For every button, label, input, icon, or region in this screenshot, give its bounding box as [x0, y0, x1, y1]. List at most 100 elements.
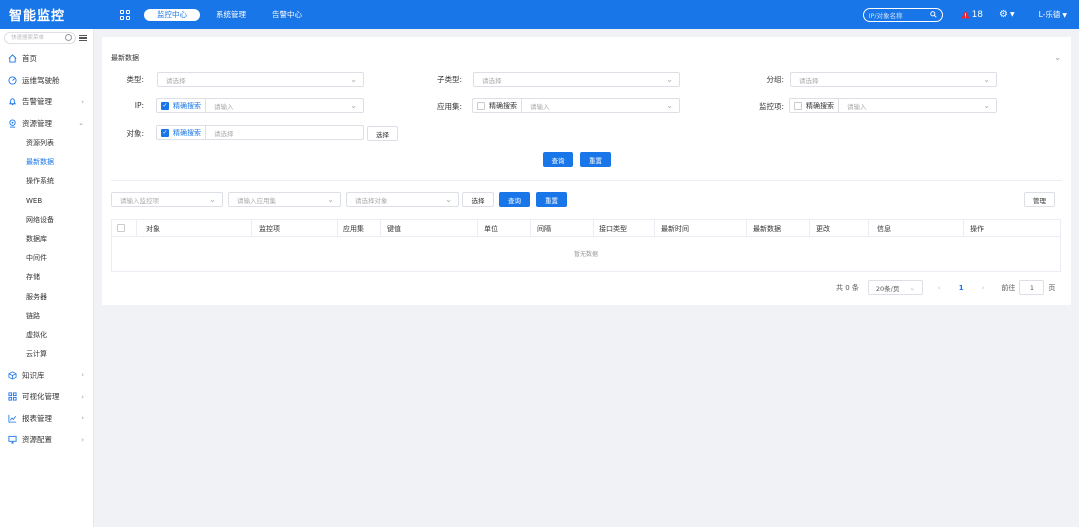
monitor-item-label: 监控项:	[758, 102, 784, 111]
sidebar-item-resources[interactable]: 资源管理 ⌄	[0, 113, 93, 135]
toolbar-app-select[interactable]: 请输入应用集 ⌄	[228, 192, 341, 207]
nav-alert-center[interactable]: 告警中心	[262, 9, 312, 21]
col-info: 信息	[877, 225, 891, 233]
alert-indicator[interactable]: 18	[960, 10, 983, 20]
chevron-down-icon: ⌄	[909, 283, 915, 292]
goto-page-input[interactable]: 1	[1019, 280, 1045, 295]
toolbar-choose-button[interactable]: 选择	[462, 192, 494, 207]
type-placeholder: 请选择	[166, 76, 186, 85]
sidebar-item-dashboard[interactable]: 运维驾驶舱	[0, 70, 93, 92]
sidebar-sub-storage[interactable]: 存储	[0, 268, 93, 287]
col-latest-time: 最新时间	[661, 225, 689, 233]
header-search-placeholder: IP/对象名称	[868, 11, 903, 20]
group-select[interactable]: 请选择 ⌄	[790, 72, 997, 87]
page-number-current[interactable]: 1	[959, 284, 964, 292]
type-label: 类型:	[126, 75, 144, 84]
chevron-right-icon: ›	[81, 435, 84, 444]
toolbar-object-placeholder: 请选择对象	[355, 196, 388, 205]
item-exact-search-checkbox[interactable]: 精确搜索	[790, 99, 839, 112]
object-exact-search-checkbox[interactable]: ✓ 精确搜索	[157, 126, 206, 139]
section-divider	[111, 180, 1062, 181]
select-all-checkbox[interactable]	[117, 224, 125, 232]
sidebar-sub-link[interactable]: 链路	[0, 307, 93, 326]
manage-button[interactable]: 管理	[1024, 192, 1055, 207]
sidebar-sub-resource-list[interactable]: 资源列表	[0, 134, 93, 153]
column-divider	[477, 220, 478, 237]
sidebar-item-config[interactable]: 资源配置 ›	[0, 429, 93, 451]
caret-down-icon: ▼	[1062, 12, 1067, 19]
header-search-input[interactable]: IP/对象名称	[862, 7, 943, 22]
prev-page-icon[interactable]: ‹	[938, 284, 941, 292]
chevron-down-icon: ⌄	[209, 195, 216, 204]
chevron-down-icon: ⌄	[350, 75, 357, 84]
sidebar-item-reports[interactable]: 报表管理 ›	[0, 407, 93, 429]
chevron-down-icon: ⌄	[983, 75, 990, 84]
object-input[interactable]: 请选择	[206, 128, 234, 138]
page-unit-label: 页	[1048, 283, 1056, 292]
app-logo-title[interactable]: 智能监控	[0, 5, 94, 24]
filter-reset-button[interactable]: 重置	[580, 152, 611, 167]
column-divider	[251, 220, 252, 237]
toolbar-item-select[interactable]: 请输入监控项 ⌄	[111, 192, 223, 207]
menu-toggle-icon[interactable]	[79, 34, 87, 42]
page-size-select[interactable]: 20条/页 ⌄	[867, 280, 923, 295]
check-icon: ✓	[161, 128, 169, 137]
goto-label: 前往	[1001, 283, 1016, 292]
apps-grid-icon[interactable]	[120, 9, 130, 20]
sidebar-sub-server[interactable]: 服务器	[0, 288, 93, 307]
gear-icon: ⚙	[999, 9, 1008, 20]
alert-triangle-icon	[960, 10, 970, 19]
sidebar-sub-os[interactable]: 操作系统	[0, 172, 93, 191]
chevron-down-icon: ⌄	[666, 101, 673, 110]
appset-exact-search-checkbox[interactable]: 精确搜索	[473, 99, 522, 112]
column-divider	[868, 220, 869, 237]
sidebar-sub-database[interactable]: 数据库	[0, 230, 93, 249]
ip-exact-search-checkbox[interactable]: ✓ 精确搜索	[157, 99, 206, 112]
sidebar-sub-middleware[interactable]: 中间件	[0, 249, 93, 268]
column-divider	[136, 220, 137, 237]
settings-menu[interactable]: ⚙ ▼	[999, 9, 1015, 20]
page-size-value: 20条/页	[875, 284, 900, 293]
sidebar-item-label: 首页	[22, 54, 37, 64]
menu-search-input[interactable]: 快速搜索菜单	[4, 32, 76, 44]
nav-system-management[interactable]: 系统管理	[206, 9, 256, 21]
type-select[interactable]: 请选择 ⌄	[157, 72, 364, 87]
bell-icon	[8, 97, 17, 106]
toolbar-query-button[interactable]: 查询	[499, 192, 530, 207]
sidebar-item-home[interactable]: 首页	[0, 48, 93, 70]
sidebar-sub-latest-data[interactable]: 最新数据	[0, 153, 93, 172]
nav-monitor-center[interactable]: 监控中心	[144, 8, 200, 21]
monitor-item-filter: 精确搜索 请输入 ⌄	[789, 98, 997, 113]
home-icon	[8, 54, 17, 63]
sidebar-sub-virtualization[interactable]: 虚拟化	[0, 326, 93, 345]
monitor-item-input[interactable]: 请输入	[839, 101, 867, 111]
column-divider	[654, 220, 655, 237]
col-interval: 间隔	[537, 225, 551, 233]
chevron-right-icon: ›	[81, 392, 84, 401]
ip-input[interactable]: 请输入	[206, 101, 234, 111]
subtype-select[interactable]: 请选择 ⌄	[473, 72, 680, 87]
exact-search-label: 精确搜索	[806, 101, 834, 110]
exact-search-label: 精确搜索	[173, 101, 201, 110]
sidebar-item-knowledge[interactable]: 知识库 ›	[0, 364, 93, 386]
next-page-icon[interactable]: ›	[982, 284, 985, 292]
col-interface-type: 接口类型	[599, 225, 627, 233]
chevron-down-icon: ⌄	[983, 101, 990, 110]
sidebar-item-visualization[interactable]: 可视化管理 ›	[0, 386, 93, 408]
user-menu[interactable]: L-乐德 ▼	[1039, 9, 1067, 20]
filter-query-button[interactable]: 查询	[543, 152, 573, 167]
check-icon: ✓	[161, 101, 169, 110]
sidebar-item-alerts[interactable]: 告警管理 ›	[0, 91, 93, 113]
sidebar-sub-web[interactable]: WEB	[0, 192, 93, 211]
col-latest-data: 最新数据	[753, 225, 781, 233]
subtype-label: 子类型:	[436, 75, 462, 84]
chevron-down-icon: ⌄	[666, 75, 673, 84]
sidebar-sub-network[interactable]: 网络设备	[0, 211, 93, 230]
toolbar-object-select[interactable]: 请选择对象 ⌄	[346, 192, 459, 207]
object-choose-button[interactable]: 选择	[367, 126, 398, 141]
appset-input[interactable]: 请输入	[522, 101, 550, 111]
column-divider	[963, 220, 964, 237]
toolbar-reset-button[interactable]: 重置	[536, 192, 567, 207]
chevron-down-icon[interactable]: ⌄	[1054, 53, 1061, 62]
sidebar-sub-cloud[interactable]: 云计算	[0, 345, 93, 364]
